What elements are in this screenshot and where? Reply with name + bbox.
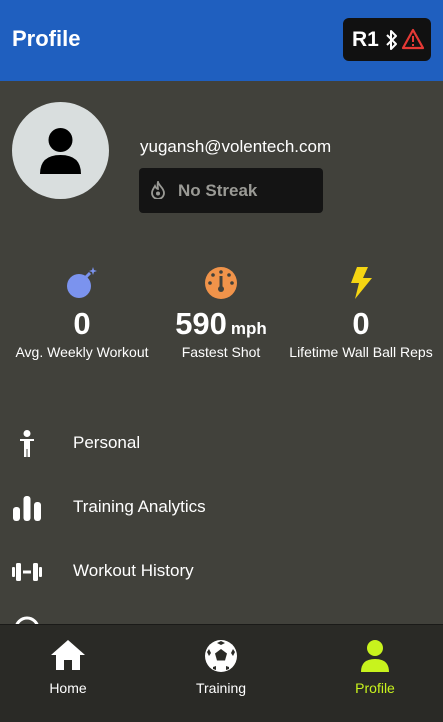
menu-item-personal[interactable]: Personal bbox=[0, 417, 443, 467]
menu-item-workout-history[interactable]: Workout History bbox=[0, 545, 443, 595]
stat-label: Lifetime Wall Ball Reps bbox=[289, 344, 433, 360]
bottom-navigation: Home Training Profile bbox=[0, 624, 443, 722]
menu-label: Personal bbox=[73, 433, 141, 452]
nav-home[interactable]: Home bbox=[8, 625, 128, 722]
bluetooth-icon bbox=[385, 29, 399, 56]
menu-label: Workout History bbox=[73, 561, 194, 580]
lightning-icon bbox=[351, 267, 372, 299]
dumbbell-icon bbox=[12, 563, 42, 581]
person-icon bbox=[20, 430, 34, 457]
flame-icon bbox=[151, 181, 165, 199]
stat-value: 0 bbox=[73, 306, 91, 341]
stat-fastest-shot: 590 mph Fastest Shot bbox=[146, 258, 296, 360]
speedometer-icon bbox=[205, 267, 237, 299]
nav-label: Home bbox=[49, 680, 87, 696]
nav-profile[interactable]: Profile bbox=[315, 625, 435, 722]
stat-label: Fastest Shot bbox=[181, 344, 261, 360]
stat-avg-weekly-workout: 0 Avg. Weekly Workout bbox=[7, 258, 157, 360]
app-header: Profile R1 bbox=[0, 0, 443, 81]
streak-badge: No Streak bbox=[139, 168, 323, 213]
device-id: R1 bbox=[352, 28, 379, 51]
nav-label: Profile bbox=[355, 680, 395, 696]
menu-item-training-analytics[interactable]: Training Analytics bbox=[0, 481, 443, 531]
soccer-ball-icon bbox=[205, 640, 237, 672]
bar-chart-icon bbox=[13, 496, 41, 521]
page-title: Profile bbox=[12, 26, 81, 51]
home-icon bbox=[51, 640, 85, 670]
streak-label: No Streak bbox=[178, 181, 258, 200]
stat-value: 590 bbox=[175, 306, 227, 341]
bomb-icon bbox=[67, 267, 97, 298]
nav-label: Training bbox=[195, 680, 247, 696]
stat-value: 0 bbox=[352, 306, 370, 341]
device-status-button[interactable]: R1 bbox=[343, 18, 431, 61]
nav-training[interactable]: Training bbox=[161, 625, 281, 722]
warning-icon bbox=[401, 28, 425, 55]
user-email: yugansh@volentech.com bbox=[140, 137, 332, 156]
stat-unit: mph bbox=[230, 319, 267, 338]
menu-label: Training Analytics bbox=[73, 497, 206, 516]
avatar[interactable] bbox=[12, 102, 109, 199]
stat-lifetime-wall-ball-reps: 0 Lifetime Wall Ball Reps bbox=[286, 258, 436, 360]
profile-icon bbox=[361, 640, 389, 672]
person-avatar-icon bbox=[40, 128, 81, 174]
stat-label: Avg. Weekly Workout bbox=[15, 344, 149, 360]
